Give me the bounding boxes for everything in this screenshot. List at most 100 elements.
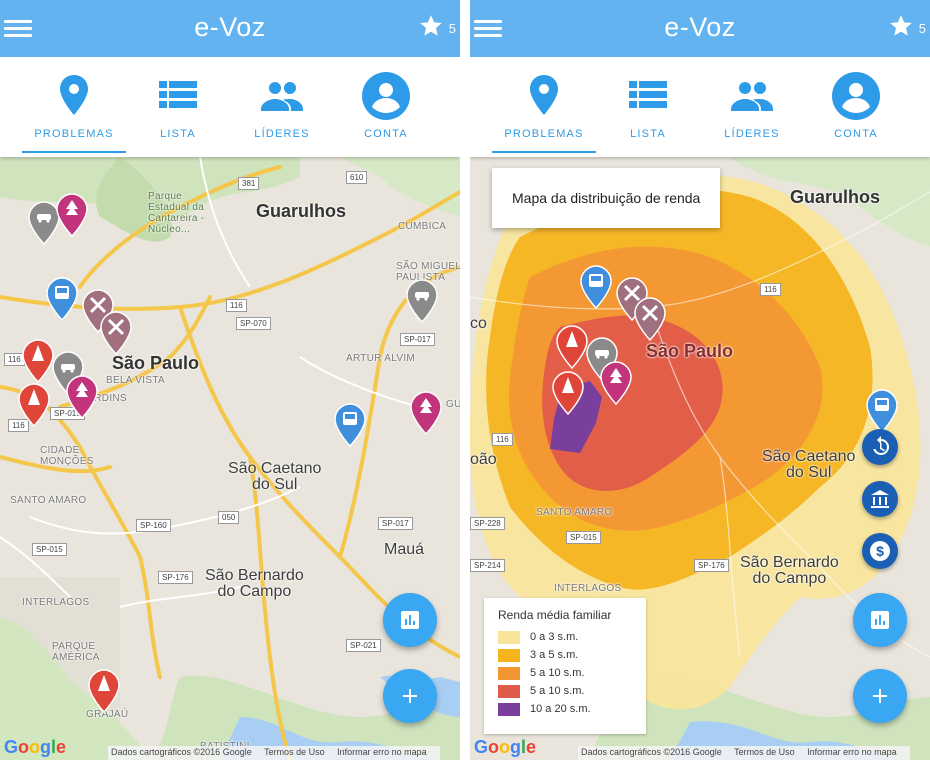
app-title: e-Voz	[664, 12, 736, 42]
road-shield: SP-160	[136, 519, 171, 532]
traffic-cone-pin-icon[interactable]	[88, 669, 120, 713]
report-link[interactable]: Informar erro no mapa	[807, 747, 897, 757]
tree-pin-icon[interactable]	[600, 361, 632, 405]
road-shield: 116	[226, 299, 247, 312]
label-guarulhos: Guarulhos	[790, 187, 881, 207]
legend-swatch	[498, 667, 520, 680]
tree-pin-icon[interactable]	[56, 193, 88, 237]
road-shield: SP-176	[158, 571, 193, 584]
map-view[interactable]: Guarulhos São Paulo São Caetano do Sul S…	[0, 157, 460, 760]
tab-problemas[interactable]: PROBLEMAS	[22, 57, 126, 157]
star-count: 5	[448, 21, 456, 36]
legend-item: 3 a 5 s.m.	[498, 649, 646, 667]
legend-item: 0 a 3 s.m.	[498, 631, 646, 649]
road-shield: 116	[760, 283, 781, 296]
label-santo-amaro: SANTO AMARO	[536, 507, 613, 518]
bus-pin-icon[interactable]	[866, 389, 898, 433]
tab-label: PROBLEMAS	[504, 128, 584, 140]
bus-pin-icon[interactable]	[46, 277, 78, 321]
traffic-cone-pin-icon[interactable]	[556, 325, 588, 369]
tree-pin-icon[interactable]	[66, 375, 98, 419]
terms-link[interactable]: Termos de Uso	[264, 747, 325, 757]
tab-label: CONTA	[834, 128, 878, 140]
tab-lideres[interactable]: LÍDERES	[700, 57, 804, 157]
tab-lista[interactable]: LISTA	[126, 57, 230, 157]
tab-active-indicator	[492, 151, 596, 153]
svg-text:$: $	[876, 543, 884, 559]
map-data-credit: Dados cartográficos ©2016 Google	[581, 747, 722, 757]
stats-button[interactable]	[853, 593, 907, 647]
label-sao-paulo: São Paulo	[112, 353, 200, 373]
history-layer-button[interactable]	[862, 429, 898, 465]
bus-pin-icon[interactable]	[334, 403, 366, 447]
map-pin-icon	[60, 75, 88, 115]
bus-pin-icon[interactable]	[580, 265, 612, 309]
label-sao-bernardo: São Bernardo do Campo	[740, 554, 839, 587]
label-maua: Mauá	[384, 541, 425, 558]
label-joao: oão	[470, 451, 497, 468]
road-shield: 116	[492, 433, 513, 446]
tab-conta[interactable]: CONTA	[804, 57, 908, 157]
label-artur-alvim: ARTUR ALVIM	[346, 353, 416, 364]
tab-label: LÍDERES	[724, 128, 780, 140]
label-sao-bernardo: São Bernardo do Campo	[205, 567, 304, 600]
traffic-cone-pin-icon[interactable]	[18, 383, 50, 427]
label-sao-paulo: São Paulo	[646, 341, 734, 361]
legend-label: 0 a 3 s.m.	[530, 631, 579, 643]
bar-chart-icon	[871, 611, 889, 629]
car-pin-icon[interactable]	[406, 279, 438, 323]
tab-label: PROBLEMAS	[34, 128, 114, 140]
star-icon[interactable]	[888, 13, 914, 39]
label-parque: Parque Estadual da Cantareira - Núcleo..…	[148, 191, 205, 235]
terms-link[interactable]: Termos de Uso	[734, 747, 795, 757]
income-layer-button[interactable]: $	[862, 533, 898, 569]
left-screen: e-Voz 5 PROBLEMAS LISTA LÍDERES CONTA Gu…	[0, 0, 460, 760]
tab-problemas[interactable]: PROBLEMAS	[492, 57, 596, 157]
map-data-credit: Dados cartográficos ©2016 Google	[111, 747, 252, 757]
tab-lideres[interactable]: LÍDERES	[230, 57, 334, 157]
app-bar: e-Voz 5	[470, 0, 930, 57]
list-icon	[159, 81, 197, 108]
map-footer: Dados cartográficos ©2016 Google Termos …	[578, 746, 910, 760]
road-shield: SP-015	[566, 531, 601, 544]
income-legend: Renda média familiar 0 a 3 s.m. 3 a 5 s.…	[484, 598, 646, 734]
people-icon	[261, 82, 303, 111]
label-parque-america: PARQUE AMÉRICA	[52, 641, 100, 663]
label-gu: GU	[446, 399, 460, 410]
label-santo-amaro: SANTO AMARO	[10, 495, 87, 506]
report-link[interactable]: Informar erro no mapa	[337, 747, 427, 757]
label-cumbica: CUMBICA	[398, 221, 447, 232]
tools-pin-icon[interactable]	[100, 311, 132, 355]
add-problem-button[interactable]	[853, 669, 907, 723]
account-circle-icon	[362, 72, 410, 120]
tab-lista[interactable]: LISTA	[596, 57, 700, 157]
right-screen: e-Voz 5 PROBLEMAS LISTA LÍDERES CONTA Gu…	[470, 0, 930, 760]
app-bar: e-Voz 5	[0, 0, 460, 57]
legend-swatch	[498, 703, 520, 716]
tree-pin-icon[interactable]	[410, 391, 442, 435]
legend-swatch	[498, 649, 520, 662]
star-icon[interactable]	[418, 13, 444, 39]
label-bela-vista: BELA VISTA	[106, 375, 165, 386]
tab-conta[interactable]: CONTA	[334, 57, 438, 157]
label-cidade-moncoes: CIDADE MONÇÕES	[40, 445, 94, 467]
road-shield: SP-070	[236, 317, 271, 330]
institutions-layer-button[interactable]	[862, 481, 898, 517]
people-icon	[731, 82, 773, 111]
stats-button[interactable]	[383, 593, 437, 647]
tools-pin-icon[interactable]	[634, 297, 666, 341]
label-sao-caetano: São Caetano do Sul	[228, 460, 322, 493]
app-title: e-Voz	[194, 12, 266, 42]
google-logo: Google	[474, 737, 537, 757]
legend-item: 5 a 10 s.m.	[498, 667, 646, 685]
road-shield: SP-017	[400, 333, 435, 346]
legend-swatch	[498, 685, 520, 698]
road-shield: SP-021	[346, 639, 381, 652]
road-shield: 050	[218, 511, 240, 524]
road-shield: SP-017	[378, 517, 413, 530]
add-problem-button[interactable]	[383, 669, 437, 723]
traffic-cone-pin-icon[interactable]	[22, 339, 54, 383]
road-shield: SP-176	[694, 559, 729, 572]
road-shield: SP-228	[470, 517, 505, 530]
traffic-cone-pin-icon[interactable]	[552, 371, 584, 415]
